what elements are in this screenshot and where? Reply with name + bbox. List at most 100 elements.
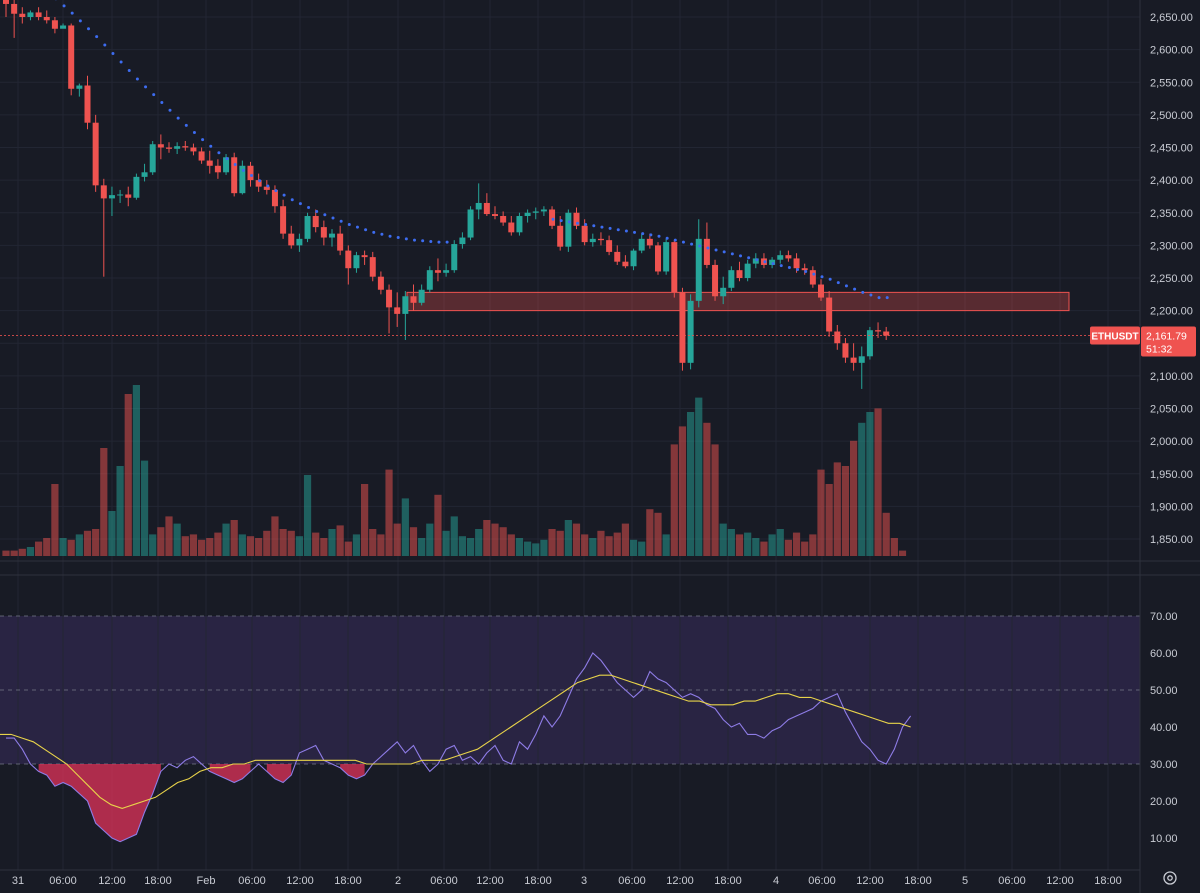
volume-bar xyxy=(792,532,801,556)
sar-dot xyxy=(812,272,816,276)
candle-body xyxy=(84,85,91,123)
volume-bar xyxy=(809,534,817,556)
volume-bar xyxy=(752,538,760,556)
time-tick-label: 18:00 xyxy=(714,875,742,887)
volume-bar xyxy=(719,523,727,556)
rsi-tick-label: 10.00 xyxy=(1150,833,1178,845)
volume-bar xyxy=(246,536,255,556)
volume-bar xyxy=(784,539,792,556)
candle-body xyxy=(51,20,58,29)
support-zone[interactable] xyxy=(406,291,1070,312)
volume-bar xyxy=(621,523,629,556)
price-tick-label: 2,600.00 xyxy=(1150,45,1193,57)
time-tick-label: 06:00 xyxy=(998,875,1026,887)
volume-bar xyxy=(507,534,515,556)
candle-body xyxy=(288,233,295,246)
sar-dot xyxy=(258,179,262,183)
candle-body xyxy=(361,255,368,258)
candle-body xyxy=(703,238,710,265)
sar-dot xyxy=(95,35,99,39)
volume-bar xyxy=(629,539,638,556)
volume-bar xyxy=(613,532,621,556)
sar-dot xyxy=(641,232,645,236)
sar-dot xyxy=(437,240,441,244)
sar-dot xyxy=(820,275,824,279)
time-tick-label: 3 xyxy=(581,875,587,887)
candle-body xyxy=(280,206,287,234)
sar-dot xyxy=(250,174,253,178)
volume-bar xyxy=(173,523,181,556)
candle-body xyxy=(166,147,172,149)
sar-dot xyxy=(665,236,669,240)
candle-body xyxy=(263,186,270,190)
sar-dot xyxy=(176,116,180,120)
candle xyxy=(451,240,458,273)
candle-body xyxy=(100,185,107,199)
sar-dot xyxy=(78,19,82,23)
volume-bar xyxy=(483,520,491,556)
sar-dot xyxy=(388,234,392,238)
candle-body xyxy=(108,195,115,199)
price-tick-label: 1,900.00 xyxy=(1150,501,1193,513)
sar-dot xyxy=(673,238,677,242)
volume-bar xyxy=(2,550,10,556)
candle-body xyxy=(589,238,596,243)
volume-bar xyxy=(26,547,35,556)
sar-dot xyxy=(592,224,596,228)
volume-bar xyxy=(377,534,385,556)
candle-body xyxy=(809,270,816,285)
sar-dot xyxy=(307,206,311,210)
sar-dot xyxy=(201,138,205,142)
price-tick-label: 2,550.00 xyxy=(1150,77,1193,89)
time-tick-label: 12:00 xyxy=(476,875,504,887)
volume-bar xyxy=(328,529,336,556)
candle xyxy=(549,206,556,230)
candle-body xyxy=(271,189,278,207)
sar-dot xyxy=(111,52,115,56)
eth-chart[interactable]: 2,650.00 2,600.00 2,550.00 2,500.00 2,450.00… xyxy=(0,0,1200,893)
candle-body xyxy=(606,240,613,252)
volume-bar xyxy=(687,412,695,556)
sar-dot xyxy=(70,11,74,15)
candle-body xyxy=(646,238,653,246)
volume-bar xyxy=(385,469,393,556)
sar-dot xyxy=(445,240,449,244)
candle-body xyxy=(92,122,99,186)
candle-body xyxy=(679,292,686,363)
sar-dot xyxy=(87,27,90,31)
volume-bar xyxy=(271,516,279,556)
volume-bar xyxy=(312,532,320,556)
candle-body xyxy=(565,212,572,247)
volume-bar xyxy=(67,539,75,556)
volume-bar xyxy=(858,422,866,556)
volume-bar xyxy=(491,523,499,556)
candle-body xyxy=(508,222,515,233)
time-tick-label: Feb xyxy=(197,875,216,887)
volume-bar xyxy=(409,527,418,556)
sar-dot xyxy=(584,222,588,226)
sar-dot xyxy=(184,123,188,127)
price-tick-label: 2,250.00 xyxy=(1150,273,1193,285)
volume-bar xyxy=(124,394,132,556)
candle-body xyxy=(27,12,34,17)
candle-body xyxy=(76,85,83,89)
volume-bar xyxy=(206,538,214,556)
candle-body xyxy=(483,202,490,215)
volume-bar xyxy=(295,536,303,556)
volume-bar xyxy=(581,534,589,556)
sar-dot xyxy=(168,108,172,112)
sar-dot xyxy=(616,228,620,232)
volume-bar xyxy=(149,534,157,556)
volume-bar xyxy=(572,523,581,556)
sar-dot xyxy=(853,287,857,291)
time-tick-label: 06:00 xyxy=(430,875,458,887)
candle-body xyxy=(247,165,254,181)
candle xyxy=(92,114,99,192)
volume-bar xyxy=(605,536,613,556)
candle-body xyxy=(443,270,450,273)
candle-body xyxy=(312,216,319,228)
candle xyxy=(565,209,572,252)
candle xyxy=(68,23,75,96)
volume-bar xyxy=(320,538,328,556)
sar-dot xyxy=(624,229,628,233)
